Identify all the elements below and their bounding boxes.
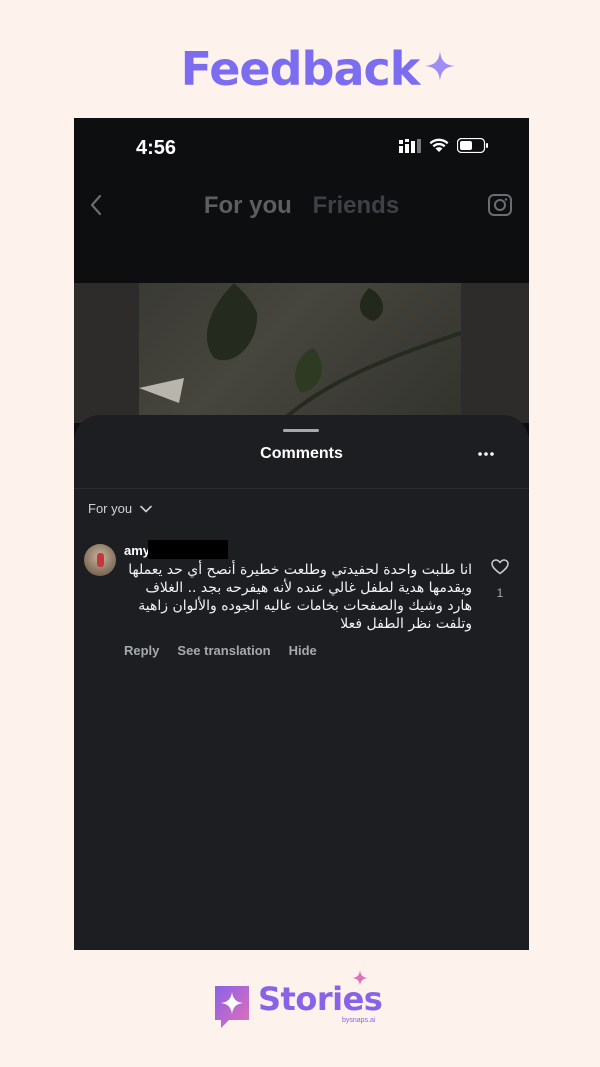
phone-screen: 4:56 For you Friends Comments For you am… bbox=[74, 118, 529, 950]
like-count: 1 bbox=[496, 586, 504, 600]
sparkle-icon bbox=[425, 38, 455, 92]
comment-text-line: ويقدمها هدية لطفل غالي عنده لأنه هيفرحه … bbox=[145, 580, 472, 596]
comments-sheet: Comments For you amy انا طلبت واحدة لحفي… bbox=[74, 415, 529, 950]
status-icons bbox=[399, 137, 489, 158]
top-nav: For you Friends bbox=[74, 188, 529, 228]
comment-filter-dropdown[interactable]: For you bbox=[88, 501, 152, 516]
signal-icon bbox=[399, 138, 421, 158]
comments-title: Comments bbox=[260, 445, 343, 462]
comment-username[interactable]: amy bbox=[124, 543, 150, 558]
wifi-icon bbox=[429, 138, 449, 158]
like-control: 1 bbox=[491, 559, 509, 600]
brand-footer: Stories bysnaps.ai bbox=[0, 968, 600, 1038]
status-bar: 4:56 bbox=[74, 118, 529, 178]
status-time: 4:56 bbox=[136, 137, 177, 159]
brand-tagline: bysnaps.ai bbox=[342, 1017, 376, 1024]
stories-logo-icon bbox=[215, 986, 251, 1033]
camera-icon[interactable] bbox=[487, 192, 513, 223]
post-media[interactable] bbox=[74, 283, 529, 423]
more-icon[interactable] bbox=[477, 445, 495, 468]
tab-for-you[interactable]: For you bbox=[204, 192, 292, 219]
sheet-drag-handle[interactable] bbox=[283, 429, 319, 432]
comment-actions: Reply See translation Hide bbox=[124, 643, 317, 658]
sheet-divider bbox=[74, 488, 529, 489]
headline: Feedback bbox=[0, 42, 600, 96]
comment-text-line: هارد وشيك والصفحات بخامات عاليه الجوده و… bbox=[138, 598, 472, 614]
tab-friends[interactable]: Friends bbox=[312, 192, 399, 219]
chevron-down-icon bbox=[140, 501, 152, 516]
post-photo bbox=[139, 283, 461, 423]
feed-tabs: For you Friends bbox=[74, 192, 529, 220]
reply-button[interactable]: Reply bbox=[124, 643, 159, 658]
headline-text: Feedback bbox=[180, 42, 421, 96]
hide-button[interactable]: Hide bbox=[289, 643, 317, 658]
battery-icon bbox=[456, 137, 489, 158]
avatar[interactable] bbox=[84, 544, 116, 576]
redacted-username-bar bbox=[148, 540, 228, 559]
heart-icon[interactable] bbox=[491, 559, 509, 579]
comment-filter-label: For you bbox=[88, 501, 133, 516]
comment-text: انا طلبت واحدة لحفيدتي وطلعت خطيرة أنصح … bbox=[124, 561, 472, 633]
sparkle-icon bbox=[352, 970, 368, 991]
comment-text-line: انا طلبت واحدة لحفيدتي وطلعت خطيرة أنصح … bbox=[128, 562, 472, 578]
see-translation-button[interactable]: See translation bbox=[177, 643, 270, 658]
comment-text-line: وتلفت نظر الطفل فعلا bbox=[340, 616, 472, 632]
